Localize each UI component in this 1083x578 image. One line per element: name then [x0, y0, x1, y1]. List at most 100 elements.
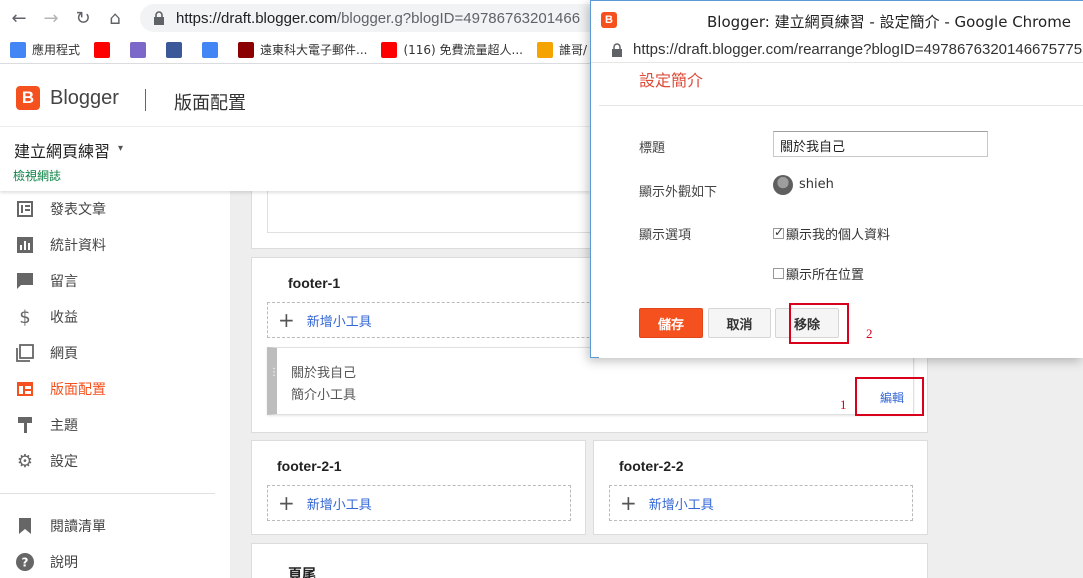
blogger-logo-icon[interactable]: B — [16, 86, 40, 110]
divider — [599, 105, 1083, 106]
avatar — [773, 175, 793, 195]
sidebar-item-label: 版面配置 — [50, 382, 106, 398]
sidebar-item-comments[interactable]: 留言 — [0, 263, 230, 299]
add-gadget-button[interactable]: + 新增小工具 — [609, 485, 913, 521]
show-profile-option[interactable]: 顯示我的個人資料 — [773, 224, 890, 243]
back-arrow-icon[interactable]: ← — [6, 5, 32, 31]
lock-icon — [612, 43, 622, 57]
sidebar-item-label: 設定 — [50, 454, 78, 470]
show-location-checkbox[interactable] — [773, 268, 784, 279]
lock-icon — [154, 11, 164, 25]
save-button[interactable]: 儲存 — [639, 308, 703, 338]
mail-icon — [130, 41, 147, 58]
sidebar: 發表文章 統計資料 留言 $ 收益 網頁 版面配置 主題 ⚙ 設定 閱讀清單 ?… — [0, 191, 230, 578]
bookmark-label: (116) 免費流量超人... — [403, 43, 523, 57]
sidebar-divider — [0, 493, 215, 494]
sidebar-item-label: 網頁 — [50, 346, 78, 362]
appearance-label: 顯示外觀如下 — [639, 185, 718, 200]
show-profile-checkbox[interactable] — [773, 225, 784, 239]
sidebar-item-reading-list[interactable]: 閱讀清單 — [0, 508, 230, 544]
sidebar-item-earnings[interactable]: $ 收益 — [0, 299, 230, 335]
section-footer — [251, 543, 928, 578]
bookmark-icon — [16, 517, 34, 535]
add-gadget-label: 新增小工具 — [648, 497, 714, 513]
facebook-icon — [166, 41, 183, 58]
add-gadget-button[interactable]: + 新增小工具 — [267, 485, 571, 521]
svg-text:?: ? — [22, 556, 29, 570]
section-title: footer-2-1 — [277, 458, 342, 474]
blog-selector-bar: 建立網頁練習 ▾ 檢視網誌 — [0, 127, 590, 191]
section-title: 頁尾 — [288, 566, 316, 578]
drag-handle-icon[interactable]: ⋮ — [269, 368, 279, 390]
bookmark-item[interactable] — [166, 41, 188, 58]
bookmark-item[interactable] — [130, 41, 152, 58]
plus-icon: + — [620, 491, 637, 515]
sidebar-item-layout[interactable]: 版面配置 — [0, 371, 230, 407]
annotation-number: 1 — [840, 397, 847, 412]
sidebar-item-label: 統計資料 — [50, 238, 106, 254]
settings-icon: ⚙ — [16, 450, 34, 472]
highlight-box-remove — [789, 303, 849, 344]
bookmark-item[interactable]: 應用程式 — [10, 41, 80, 58]
home-icon[interactable]: ⌂ — [102, 5, 128, 31]
sidebar-item-theme[interactable]: 主題 — [0, 407, 230, 443]
dollar-icon: $ — [19, 306, 31, 328]
plus-icon: + — [278, 491, 295, 515]
show-location-label: 顯示所在位置 — [786, 268, 865, 283]
reload-icon[interactable]: ↻ — [70, 5, 96, 31]
sidebar-item-help[interactable]: ? 說明 — [0, 544, 230, 578]
bookmark-label: 誰哥/ — [559, 43, 588, 57]
add-gadget-label: 新增小工具 — [306, 314, 372, 330]
pages-icon — [16, 344, 34, 362]
bookmark-item[interactable]: (116) 免費流量超人... — [381, 41, 523, 58]
feu-icon — [238, 41, 255, 58]
app-name[interactable]: Blogger — [50, 87, 119, 110]
sidebar-item-label: 收益 — [50, 310, 78, 326]
stats-icon — [16, 236, 34, 254]
section-title: footer-2-2 — [619, 458, 684, 474]
section-title: footer-1 — [288, 275, 341, 291]
annotation-number: 2 — [866, 326, 873, 341]
sidebar-item-stats[interactable]: 統計資料 — [0, 227, 230, 263]
sidebar-item-label: 留言 — [50, 274, 78, 290]
help-icon: ? — [16, 553, 34, 571]
profile-name: shieh — [799, 177, 834, 192]
chevron-down-icon[interactable]: ▾ — [118, 143, 123, 154]
sidebar-item-posts[interactable]: 發表文章 — [0, 191, 230, 227]
comments-icon — [16, 272, 34, 290]
show-location-option[interactable]: 顯示所在位置 — [773, 264, 864, 283]
diamond-icon — [537, 41, 553, 58]
theme-icon — [16, 416, 34, 434]
posts-icon — [16, 200, 34, 218]
sidebar-item-pages[interactable]: 網頁 — [0, 335, 230, 371]
gadget-title: 關於我自己 — [291, 366, 357, 381]
bookmark-label: 遠東科大電子郵件... — [260, 43, 368, 57]
bookmark-item[interactable] — [94, 41, 116, 58]
gadget-type: 簡介小工具 — [291, 388, 357, 403]
show-profile-label: 顯示我的個人資料 — [786, 228, 891, 243]
youtube-icon — [94, 41, 111, 58]
popup-address-bar: https://draft.blogger.com/rearrange?blog… — [591, 37, 1083, 63]
title-label: 標題 — [639, 141, 666, 156]
page-title: 版面配置 — [174, 93, 246, 114]
bookmark-item[interactable]: 誰哥/ — [537, 41, 587, 58]
popup-heading: 設定簡介 — [639, 71, 704, 90]
bookmark-item[interactable] — [202, 41, 224, 58]
window-titlebar: B Blogger: 建立網頁練習 - 設定簡介 - Google Chrome — [591, 1, 1083, 37]
window-title: Blogger: 建立網頁練習 - 設定簡介 - Google Chrome — [707, 13, 1072, 31]
youtube-icon — [381, 41, 398, 58]
view-blog-link[interactable]: 檢視網誌 — [13, 167, 61, 184]
blog-title-dropdown[interactable]: 建立網頁練習 — [14, 138, 110, 162]
bookmark-item[interactable]: 遠東科大電子郵件... — [238, 41, 367, 58]
address-bar[interactable]: https://draft.blogger.com/blogger.g?blog… — [140, 4, 610, 32]
sidebar-item-settings[interactable]: ⚙ 設定 — [0, 443, 230, 479]
header-divider — [145, 89, 146, 111]
forward-arrow-icon[interactable]: → — [38, 5, 64, 31]
sidebar-item-label: 閱讀清單 — [50, 519, 106, 535]
sidebar-item-label: 發表文章 — [50, 202, 106, 218]
highlight-box-edit — [855, 377, 924, 416]
add-gadget-label: 新增小工具 — [306, 497, 372, 513]
title-input[interactable]: 關於我自己 — [773, 131, 988, 157]
options-label: 顯示選項 — [639, 228, 692, 243]
cancel-button[interactable]: 取消 — [708, 308, 771, 338]
